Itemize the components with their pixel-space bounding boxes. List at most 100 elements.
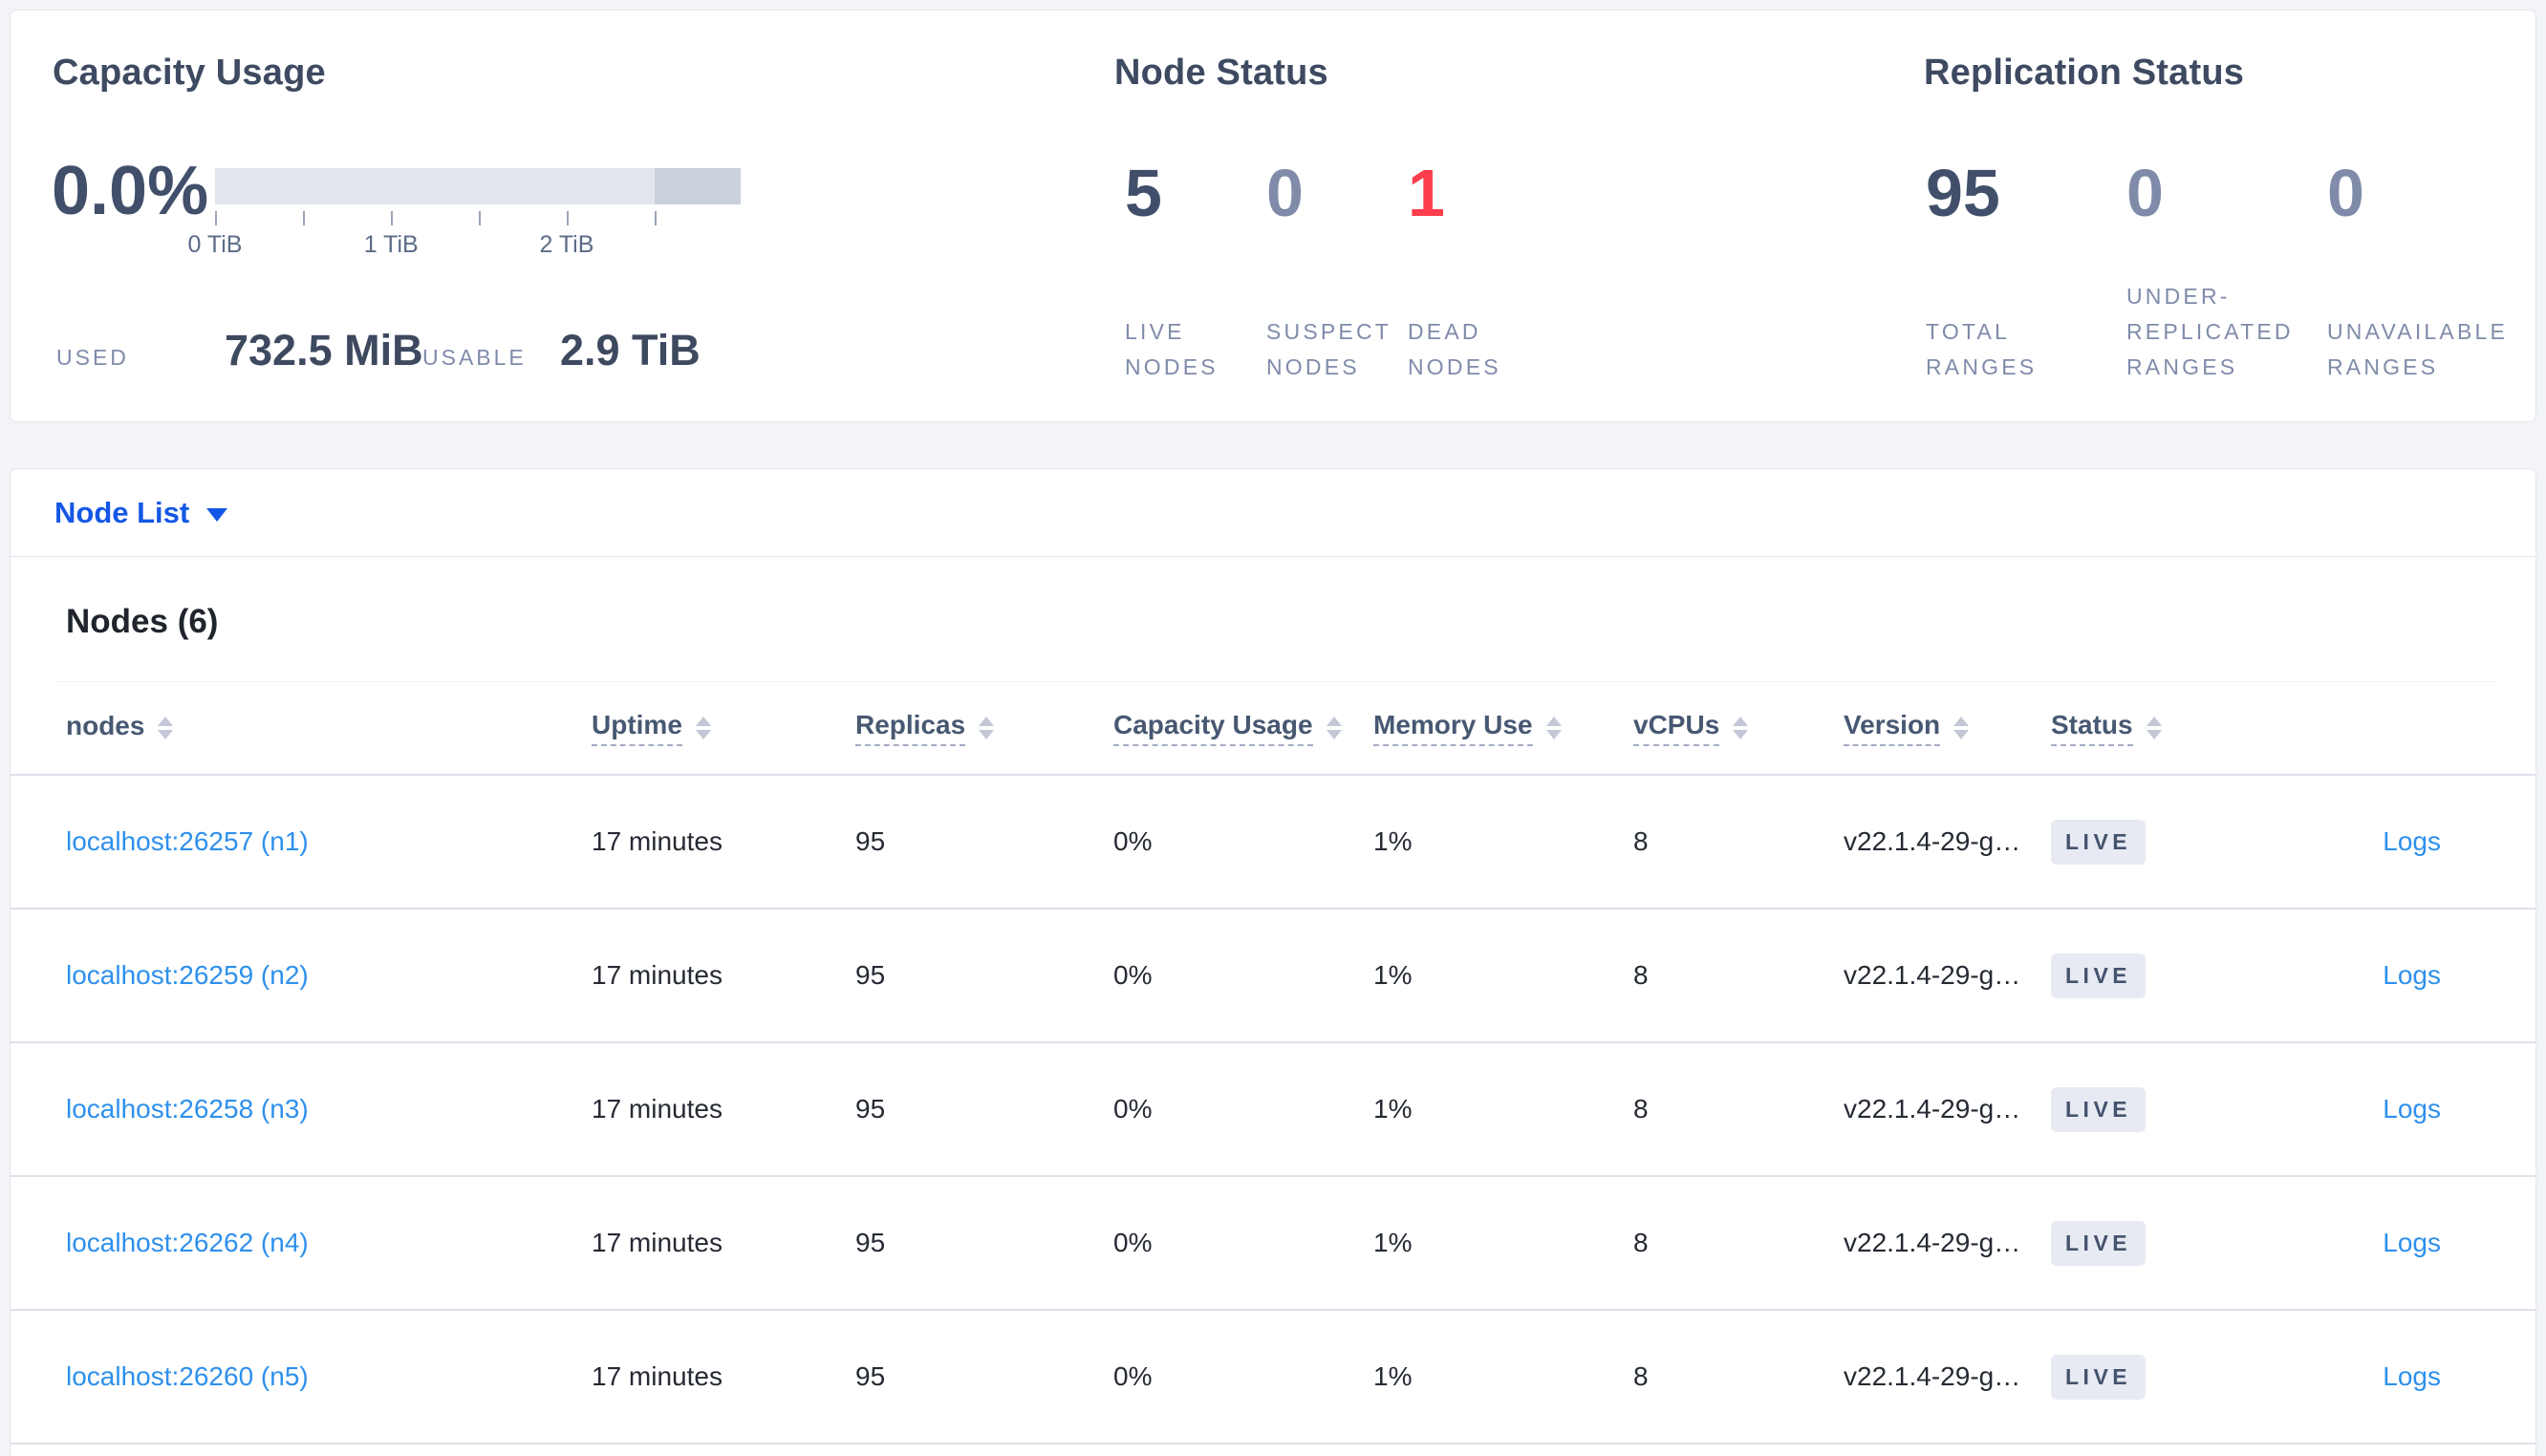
axis-tick — [654, 211, 657, 225]
nodes-section-title: Nodes (6) — [66, 603, 219, 640]
unavailable-ranges-count: 0 — [2327, 156, 2364, 230]
table-row: localhost:26258 (n3) 17 minutes 95 0% 1%… — [11, 1043, 2535, 1177]
node-status-labels: LIVE NODES SUSPECT NODES DEAD NODES — [1125, 314, 1549, 385]
vcpus-cell: 8 — [1633, 1361, 1649, 1391]
sort-icon[interactable] — [1326, 716, 1342, 739]
node-link[interactable]: localhost:26262 (n4) — [66, 1228, 309, 1257]
used-value: 732.5 MiB — [225, 326, 423, 375]
dead-nodes-count: 1 — [1408, 156, 1445, 230]
axis-tick — [215, 211, 217, 225]
capacity-cell: 0% — [1113, 826, 1153, 856]
column-header-uptime[interactable]: Uptime — [592, 710, 855, 746]
column-header-vcpus[interactable]: vCPUs — [1633, 710, 1844, 746]
suspect-nodes-label: SUSPECT NODES — [1266, 319, 1392, 379]
capacity-cell: 0% — [1113, 960, 1153, 990]
capacity-cell: 0% — [1113, 1228, 1153, 1257]
axis-tick-label: 2 TiB — [539, 231, 594, 258]
usable-label: USABLE — [422, 345, 527, 370]
logs-link[interactable]: Logs — [2383, 1228, 2441, 1257]
uptime-cell: 17 minutes — [592, 960, 723, 990]
status-badge: LIVE — [2051, 819, 2147, 865]
axis-tick-label: 0 TiB — [187, 231, 243, 258]
column-header-version[interactable]: Version — [1844, 710, 2051, 746]
sort-icon[interactable] — [1733, 716, 1749, 739]
dead-nodes-label: DEAD NODES — [1408, 319, 1501, 379]
status-badge: LIVE — [2051, 1354, 2147, 1400]
live-nodes-label: LIVE NODES — [1125, 319, 1219, 379]
node-status-values: 5 0 1 — [1125, 160, 1549, 226]
used-label: USED — [56, 345, 129, 370]
memory-cell: 1% — [1373, 1228, 1413, 1257]
capacity-used-percent: 0.0% — [52, 153, 209, 229]
vcpus-cell: 8 — [1633, 960, 1649, 990]
sort-icon[interactable] — [1545, 716, 1562, 739]
vcpus-cell: 8 — [1633, 826, 1649, 856]
logs-link[interactable]: Logs — [2383, 1094, 2441, 1124]
uptime-cell: 17 minutes — [592, 1228, 723, 1257]
sort-icon[interactable] — [2146, 716, 2162, 739]
column-header-memory-use[interactable]: Memory Use — [1373, 710, 1633, 746]
column-header-replicas[interactable]: Replicas — [855, 710, 1113, 746]
capacity-used-usable-row: USED 732.5 MiB USABLE 2.9 TiB — [56, 326, 701, 375]
node-list-dropdown-label: Node List — [54, 495, 190, 529]
status-badge: LIVE — [2051, 1086, 2147, 1132]
logs-link[interactable]: Logs — [2383, 960, 2441, 990]
under-replicated-ranges-count: 0 — [2126, 156, 2164, 230]
node-link[interactable]: localhost:26258 (n3) — [66, 1094, 309, 1124]
replication-status-values: 95 0 0 — [1926, 160, 2528, 226]
cluster-summary-panel: Capacity Usage 0.0% 0 TiB 1 TiB 2 TiB US… — [10, 10, 2536, 422]
sort-icon[interactable] — [979, 716, 995, 739]
version-cell: v22.1.4-29-g… — [1844, 826, 2021, 856]
node-list-dropdown[interactable]: Node List — [54, 495, 228, 530]
memory-cell: 1% — [1373, 1361, 1413, 1391]
status-badge: LIVE — [2051, 1220, 2147, 1266]
logs-link[interactable]: Logs — [2383, 1361, 2441, 1391]
axis-tick-label: 1 TiB — [363, 231, 419, 258]
table-row: localhost:26257 (n1) 17 minutes 95 0% 1%… — [11, 776, 2535, 910]
uptime-cell: 17 minutes — [592, 1094, 723, 1124]
sort-icon[interactable] — [695, 716, 711, 739]
axis-tick — [302, 211, 305, 225]
table-row: localhost:26262 (n4) 17 minutes 95 0% 1%… — [11, 1177, 2535, 1311]
memory-cell: 1% — [1373, 960, 1413, 990]
node-link[interactable]: localhost:26259 (n2) — [66, 960, 309, 990]
node-link[interactable]: localhost:26260 (n5) — [66, 1361, 309, 1391]
replicas-cell: 95 — [855, 1228, 886, 1257]
axis-tick — [391, 211, 394, 225]
version-cell: v22.1.4-29-g… — [1844, 1094, 2021, 1124]
total-ranges-label: TOTAL RANGES — [1926, 319, 2038, 379]
column-header-nodes[interactable]: nodes — [66, 711, 592, 745]
replicas-cell: 95 — [855, 1094, 886, 1124]
sort-icon[interactable] — [158, 716, 174, 739]
caret-down-icon — [206, 507, 228, 522]
capacity-usage-title: Capacity Usage — [53, 53, 326, 93]
memory-cell: 1% — [1373, 826, 1413, 856]
column-header-capacity-usage[interactable]: Capacity Usage — [1113, 710, 1373, 746]
logs-link[interactable]: Logs — [2383, 826, 2441, 856]
total-ranges-count: 95 — [1926, 156, 2000, 230]
replicas-cell: 95 — [855, 960, 886, 990]
uptime-cell: 17 minutes — [592, 826, 723, 856]
vcpus-cell: 8 — [1633, 1228, 1649, 1257]
capacity-usage-gauge: 0 TiB 1 TiB 2 TiB — [188, 168, 741, 281]
table-row: localhost:26260 (n5) 17 minutes 95 0% 1%… — [11, 1311, 2535, 1445]
replication-status-labels: TOTAL RANGES UNDER-REPLICATED RANGES UNA… — [1926, 274, 2528, 385]
version-cell: v22.1.4-29-g… — [1844, 1361, 2021, 1391]
node-status-title: Node Status — [1114, 53, 1328, 93]
replicas-cell: 95 — [855, 826, 886, 856]
status-badge: LIVE — [2051, 953, 2147, 998]
memory-cell: 1% — [1373, 1094, 1413, 1124]
column-header-status[interactable]: Status — [2051, 710, 2268, 746]
axis-tick — [566, 211, 569, 225]
vcpus-cell: 8 — [1633, 1094, 1649, 1124]
capacity-cell: 0% — [1113, 1094, 1153, 1124]
nodes-table-panel: Nodes (6) nodes Uptime Replicas Capacity… — [10, 557, 2536, 1456]
replication-status-title: Replication Status — [1924, 53, 2245, 93]
version-cell: v22.1.4-29-g… — [1844, 960, 2021, 990]
axis-tick — [479, 211, 482, 225]
node-link[interactable]: localhost:26257 (n1) — [66, 826, 309, 856]
under-replicated-ranges-label: UNDER-REPLICATED RANGES — [2126, 284, 2294, 379]
suspect-nodes-count: 0 — [1266, 156, 1304, 230]
sort-icon[interactable] — [1953, 716, 1970, 739]
nodes-table-body: localhost:26257 (n1) 17 minutes 95 0% 1%… — [11, 776, 2535, 1445]
